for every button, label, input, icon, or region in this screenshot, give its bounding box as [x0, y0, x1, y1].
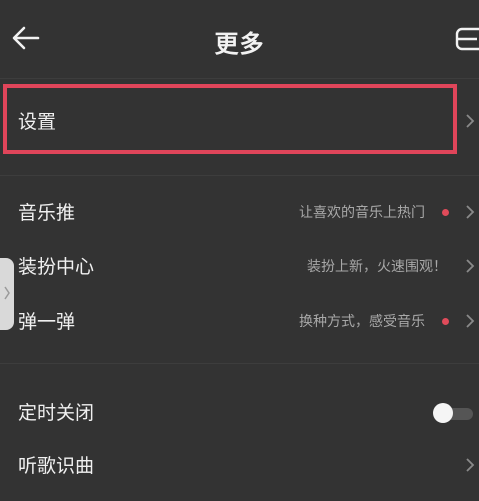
play-around-row[interactable]: 弹一弹 换种方式，感受音乐 [0, 298, 479, 346]
header: 更多 [0, 0, 479, 78]
chevron-right-icon [4, 286, 10, 300]
highlight-annotation-box [3, 84, 457, 154]
side-drawer-handle[interactable] [0, 258, 14, 330]
more-screen: 更多 设置 音乐推 让喜欢的音乐上热门 装扮中心 装扮上新，火速围观！ 弹一弹 … [0, 0, 479, 501]
dress-up-center-label: 装扮中心 [18, 256, 95, 278]
sleep-timer-row[interactable]: 定时关闭 [0, 389, 479, 437]
toggle-knob [433, 403, 453, 423]
song-recognition-row[interactable]: 听歌识曲 [0, 442, 479, 490]
chevron-right-icon [466, 114, 475, 128]
dress-up-center-subtitle: 装扮上新，火速围观！ [307, 259, 447, 275]
sleep-timer-label: 定时关闭 [18, 402, 95, 424]
divider [0, 363, 479, 364]
chevron-right-icon [466, 259, 475, 273]
menu-icon[interactable] [453, 24, 479, 54]
song-recognition-label: 听歌识曲 [18, 455, 95, 477]
play-around-label: 弹一弹 [18, 311, 76, 333]
divider [0, 78, 479, 79]
music-promote-label: 音乐推 [18, 202, 76, 224]
play-around-subtitle: 换种方式，感受音乐 [299, 314, 425, 330]
music-promote-row[interactable]: 音乐推 让喜欢的音乐上热门 [0, 189, 479, 237]
chevron-right-icon [466, 314, 475, 328]
divider [0, 175, 479, 176]
chevron-right-icon [466, 205, 475, 219]
music-promote-subtitle: 让喜欢的音乐上热门 [299, 205, 425, 221]
page-title: 更多 [214, 30, 265, 58]
sleep-timer-toggle[interactable] [433, 402, 473, 424]
dress-up-center-row[interactable]: 装扮中心 装扮上新，火速围观！ [0, 243, 479, 291]
notification-dot [442, 318, 449, 325]
notification-dot [442, 209, 449, 216]
chevron-right-icon [466, 458, 475, 472]
